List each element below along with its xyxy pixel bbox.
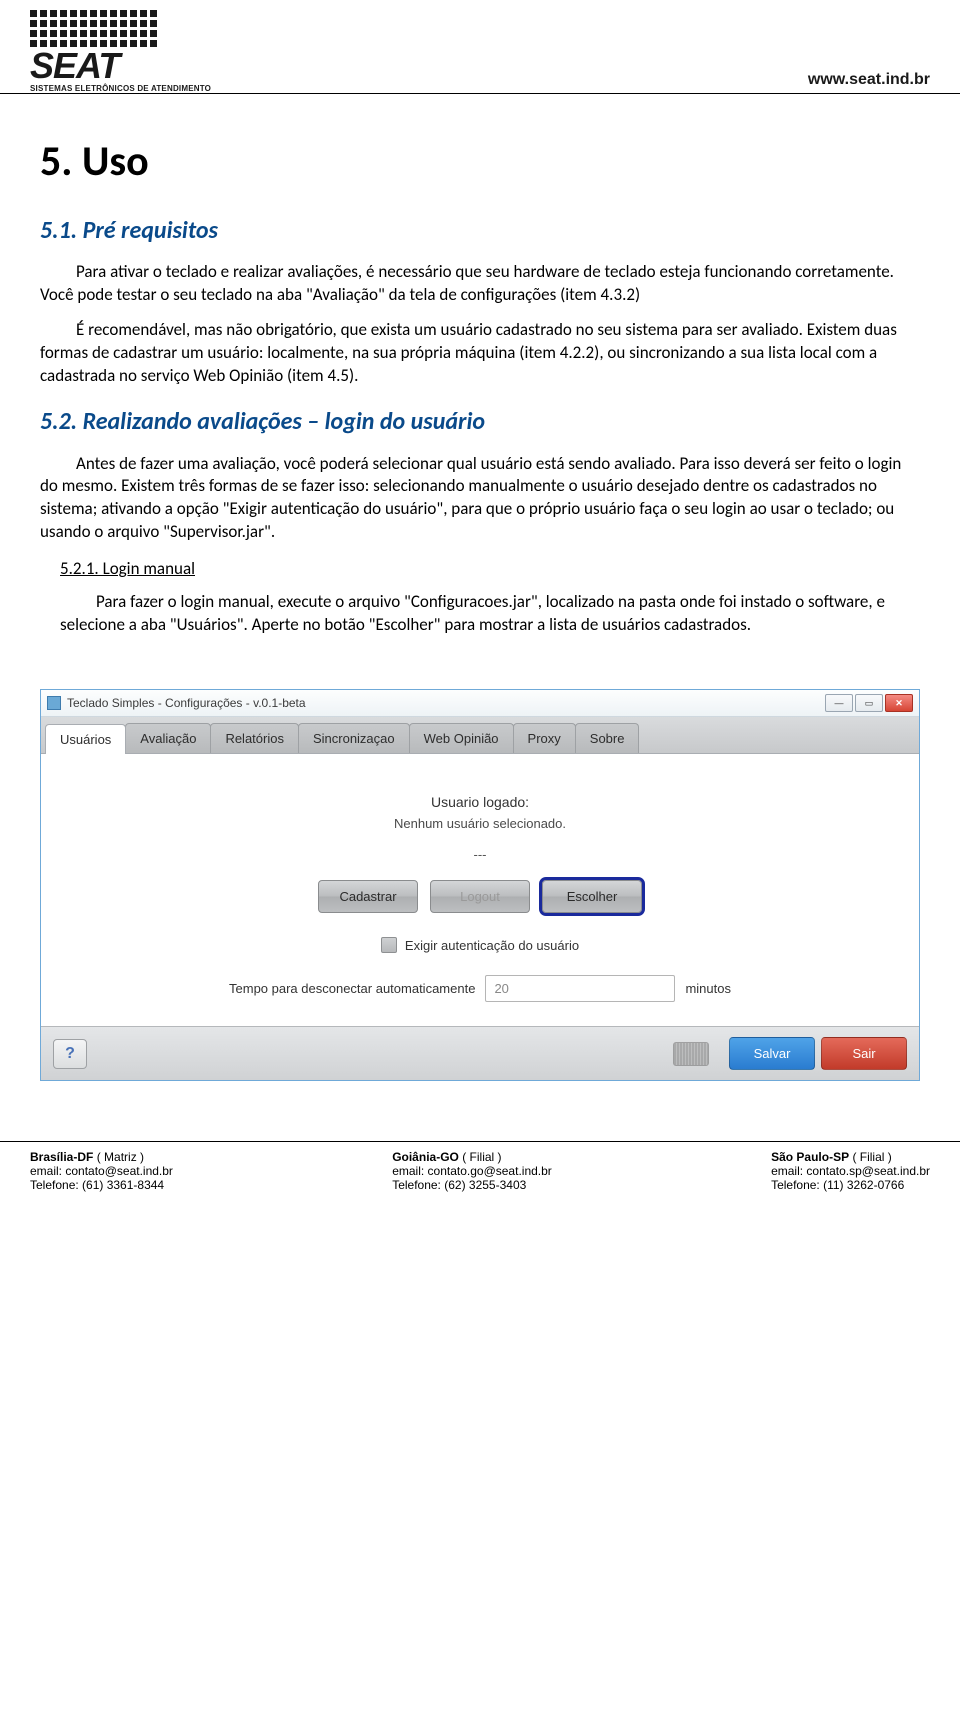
tab-avaliacao[interactable]: Avaliação (125, 723, 211, 753)
tab-proxy[interactable]: Proxy (513, 723, 576, 753)
cadastrar-button[interactable]: Cadastrar (318, 880, 418, 913)
footer-email: email: contato@seat.ind.br (30, 1164, 173, 1178)
footer-email: email: contato.sp@seat.ind.br (771, 1164, 930, 1178)
window-title: Teclado Simples - Configurações - v.0.1-… (67, 696, 306, 710)
footer-city: São Paulo-SP (771, 1150, 849, 1164)
save-button[interactable]: Salvar (729, 1037, 815, 1070)
footer-col-brasilia: Brasília-DF ( Matriz ) email: contato@se… (30, 1150, 173, 1192)
require-auth-label: Exigir autenticação do usuário (405, 938, 579, 953)
footer-col-saopaulo: São Paulo-SP ( Filial ) email: contato.s… (771, 1150, 930, 1192)
app-window: Teclado Simples - Configurações - v.0.1-… (40, 689, 920, 1081)
require-auth-checkbox[interactable] (381, 937, 397, 953)
help-button[interactable]: ? (53, 1039, 87, 1069)
footer-col-goiania: Goiânia-GO ( Filial ) email: contato.go@… (392, 1150, 552, 1192)
tab-sincronizacao[interactable]: Sincronizaçao (298, 723, 410, 753)
heading-5-2-1: 5.2.1. Login manual (60, 558, 920, 581)
footer-phone: Telefone: (62) 3255-3403 (392, 1178, 552, 1192)
tab-usuarios[interactable]: Usuários (45, 724, 126, 754)
site-url: www.seat.ind.br (808, 71, 930, 93)
heading-5-2: 5.2. Realizando avaliações – login do us… (40, 406, 920, 438)
timeout-unit: minutos (685, 981, 731, 996)
footer-city: Goiânia-GO (392, 1150, 459, 1164)
exit-button[interactable]: Sair (821, 1037, 907, 1070)
footer-role: ( Matriz ) (97, 1150, 144, 1164)
timeout-label: Tempo para desconectar automaticamente (229, 981, 475, 996)
app-icon (47, 696, 61, 710)
footer-phone: Telefone: (11) 3262-0766 (771, 1178, 930, 1192)
footer-phone: Telefone: (61) 3361-8344 (30, 1178, 173, 1192)
document-content: 5. Uso 5.1. Pré requisitos Para ativar o… (0, 94, 960, 669)
paragraph: Para fazer o login manual, execute o arq… (60, 591, 920, 637)
page-footer: Brasília-DF ( Matriz ) email: contato@se… (0, 1141, 960, 1206)
page-header: SEAT SISTEMAS ELETRÔNICOS DE ATENDIMENTO… (0, 0, 960, 94)
tab-sobre[interactable]: Sobre (575, 723, 640, 753)
heading-5-1: 5.1. Pré requisitos (40, 215, 920, 247)
heading-1: 5. Uso (40, 134, 920, 191)
logo-subtitle: SISTEMAS ELETRÔNICOS DE ATENDIMENTO (30, 84, 211, 93)
keyboard-icon[interactable] (673, 1042, 709, 1066)
logo-block: SEAT SISTEMAS ELETRÔNICOS DE ATENDIMENTO (30, 10, 211, 93)
footer-role: ( Filial ) (462, 1150, 501, 1164)
logo-text: SEAT (30, 50, 211, 82)
tab-relatorios[interactable]: Relatórios (210, 723, 299, 753)
logged-user-label: Usuario logado: (61, 794, 899, 810)
separator-dash: --- (61, 847, 899, 862)
footer-email: email: contato.go@seat.ind.br (392, 1164, 552, 1178)
close-button[interactable]: ✕ (885, 694, 913, 712)
logout-button[interactable]: Logout (430, 880, 530, 913)
tab-web-opiniao[interactable]: Web Opinião (409, 723, 514, 753)
minimize-button[interactable]: — (825, 694, 853, 712)
tab-bar: Usuários Avaliação Relatórios Sincroniza… (41, 717, 919, 754)
timeout-row: Tempo para desconectar automaticamente m… (61, 975, 899, 1002)
window-titlebar: Teclado Simples - Configurações - v.0.1-… (41, 690, 919, 717)
timeout-input[interactable] (485, 975, 675, 1002)
button-row: Cadastrar Logout Escolher (61, 880, 899, 913)
paragraph: Para ativar o teclado e realizar avaliaç… (40, 261, 920, 307)
paragraph: Antes de fazer uma avaliação, você poder… (40, 453, 920, 545)
logo-dots (30, 10, 211, 48)
escolher-button[interactable]: Escolher (542, 880, 642, 913)
logged-user-value: Nenhum usuário selecionado. (61, 816, 899, 831)
require-auth-row: Exigir autenticação do usuário (61, 937, 899, 953)
maximize-button[interactable]: ▭ (855, 694, 883, 712)
window-controls: — ▭ ✕ (825, 694, 913, 712)
tab-panel-usuarios: Usuario logado: Nenhum usuário seleciona… (41, 754, 919, 1026)
bottom-bar: ? Salvar Sair (41, 1026, 919, 1080)
footer-city: Brasília-DF (30, 1150, 93, 1164)
footer-role: ( Filial ) (852, 1150, 891, 1164)
paragraph: É recomendável, mas não obrigatório, que… (40, 319, 920, 388)
